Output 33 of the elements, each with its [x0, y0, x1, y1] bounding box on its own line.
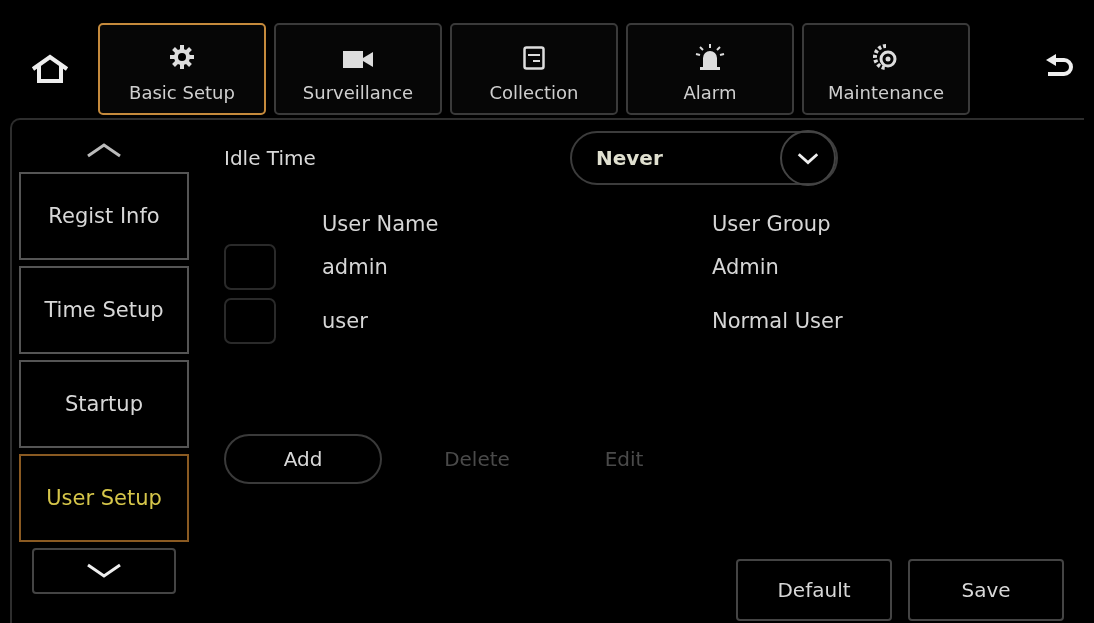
- sidebar-item[interactable]: Startup: [19, 360, 189, 448]
- video-camera-icon: [342, 48, 374, 70]
- menu-tab[interactable]: Basic Setup: [98, 23, 266, 115]
- chevron-down-icon: [780, 130, 836, 186]
- menu-tab[interactable]: Maintenance: [802, 23, 970, 115]
- sidebar-item[interactable]: Regist Info: [19, 172, 189, 260]
- column-header: User Name: [322, 212, 440, 236]
- column-header: User Group: [712, 212, 832, 236]
- gears-icon: [873, 44, 899, 70]
- field-label: Idle Time: [224, 146, 317, 170]
- siren-icon: [694, 44, 726, 70]
- table-cell-text: admin: [322, 255, 389, 279]
- action-button[interactable]: Add: [224, 434, 382, 484]
- footer-button[interactable]: Default: [736, 559, 892, 621]
- menu-tab[interactable]: Collection: [450, 23, 618, 115]
- sidebar-item[interactable]: User Setup: [19, 454, 189, 542]
- menu-tab[interactable]: Surveillance: [274, 23, 442, 115]
- menu-tab[interactable]: Alarm: [626, 23, 794, 115]
- footer-button[interactable]: Save: [908, 559, 1064, 621]
- idle-time-dropdown[interactable]: Never: [570, 131, 838, 185]
- row-checkbox[interactable]: [224, 244, 276, 290]
- tab-label: Surveillance: [302, 82, 414, 103]
- tab-label: Collection: [489, 82, 579, 103]
- sidebar-item[interactable]: Time Setup: [19, 266, 189, 354]
- document-icon: [523, 46, 545, 70]
- table-cell-text: Normal User: [712, 309, 844, 333]
- gear-icon: [169, 44, 195, 70]
- row-checkbox[interactable]: [224, 298, 276, 344]
- tab-label: Maintenance: [828, 82, 944, 103]
- tab-label: Basic Setup: [129, 82, 235, 103]
- table-cell-text: Admin: [712, 255, 780, 279]
- tab-label: Alarm: [683, 82, 737, 103]
- table-cell-text: user: [322, 309, 369, 333]
